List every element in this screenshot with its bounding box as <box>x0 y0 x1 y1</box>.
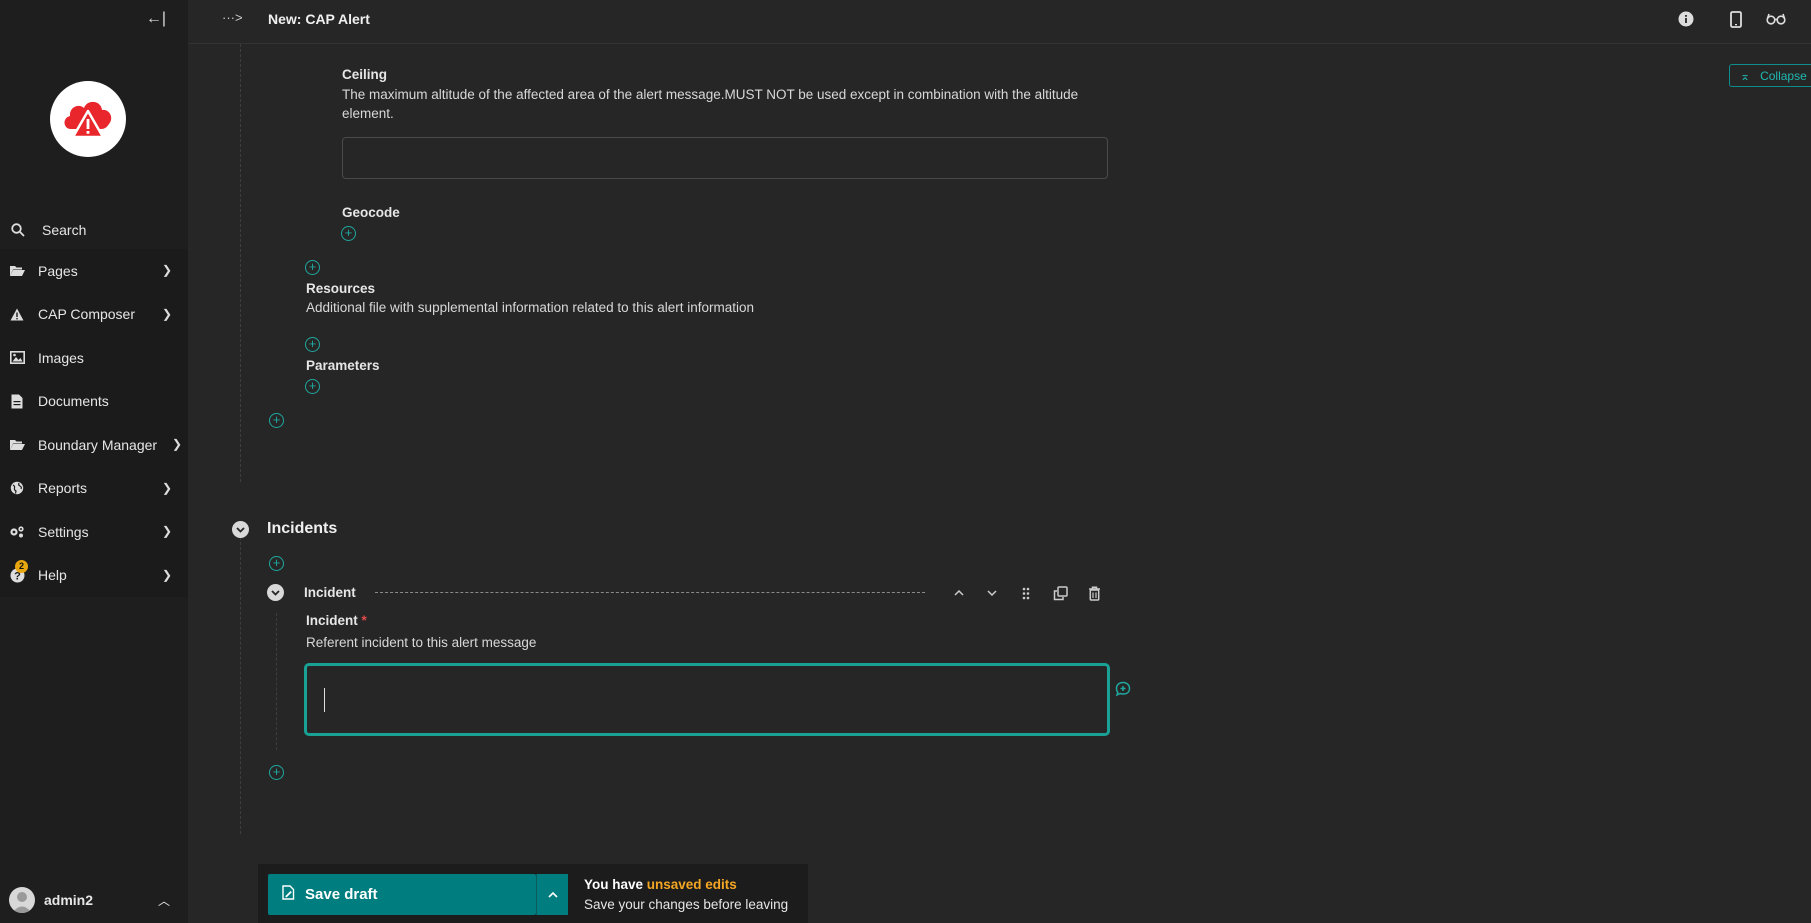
divider <box>375 592 925 593</box>
chevron-up-icon: ︿ <box>157 894 170 908</box>
sidebar-item-label: Help <box>38 567 67 584</box>
sidebar-item-label: Settings <box>38 523 89 540</box>
chevron-right-icon: ❯ <box>161 263 172 277</box>
search-label: Search <box>42 222 87 238</box>
sidebar-nav: Pages ❯ CAP Composer ❯ Images Documents <box>0 249 188 597</box>
search-icon <box>0 223 36 237</box>
chevron-down-icon <box>236 526 245 533</box>
sidebar-item-documents[interactable]: Documents <box>0 380 188 424</box>
parameters-label: Parameters <box>306 358 380 373</box>
preview-glasses-icon[interactable] <box>1766 9 1786 29</box>
unsaved-notice-highlight: unsaved edits <box>646 877 737 892</box>
sidebar-item-label: Documents <box>38 393 109 410</box>
sidebar-item-reports[interactable]: Reports ❯ <box>0 467 188 511</box>
geocode-label: Geocode <box>342 205 400 220</box>
page-title: New: CAP Alert <box>268 11 370 27</box>
ceiling-input[interactable] <box>342 137 1108 179</box>
sidebar-item-pages[interactable]: Pages ❯ <box>0 249 188 293</box>
add-geocode-button[interactable]: + <box>341 226 356 241</box>
app-logo[interactable] <box>50 81 126 157</box>
incident-input[interactable] <box>304 663 1110 736</box>
chevron-right-icon: ❯ <box>161 306 172 321</box>
required-mark: * <box>361 613 367 628</box>
ceiling-label: Ceiling <box>342 67 388 82</box>
sidebar-item-label: Images <box>38 349 84 366</box>
globe-icon <box>0 481 34 495</box>
mobile-preview-icon[interactable] <box>1726 9 1746 29</box>
collapse-up-icon: ⌅ <box>1740 68 1751 83</box>
help-icon: ? 2 <box>0 559 34 583</box>
add-resource-button[interactable]: + <box>305 260 320 275</box>
text-caret <box>324 688 325 712</box>
nest-guide-line <box>240 532 241 834</box>
unsaved-notice-prefix: You have <box>584 877 647 892</box>
incident-block-title: Incident <box>304 585 356 600</box>
save-footer: Save draft You have unsaved edits Save y… <box>258 864 808 923</box>
document-edit-icon <box>282 885 295 904</box>
delete-icon[interactable] <box>1085 584 1103 602</box>
collapse-sidebar-button[interactable]: ←| <box>145 8 167 30</box>
add-incident-bottom-button[interactable]: + <box>269 765 284 780</box>
chevron-right-icon: ❯ <box>171 437 182 451</box>
sidebar-item-label: Reports <box>38 480 88 497</box>
sidebar-search[interactable]: Search <box>0 215 188 245</box>
chevron-down-icon <box>271 589 280 596</box>
drag-handle-icon[interactable] <box>1017 584 1035 602</box>
warning-icon <box>0 308 34 321</box>
sidebar-item-cap-composer[interactable]: CAP Composer ❯ <box>0 293 188 337</box>
nest-guide-line <box>240 44 241 482</box>
chevron-up-icon <box>547 891 558 898</box>
add-info-block-button[interactable]: + <box>269 413 284 428</box>
save-draft-label: Save draft <box>305 886 378 903</box>
sidebar: ←| Search Pages ❯ CAP Composer ❯ Images … <box>0 0 188 923</box>
nest-guide-line <box>276 613 277 750</box>
incident-field-label-text: Incident <box>306 613 358 628</box>
notification-badge: 2 <box>15 559 28 573</box>
folder-open-icon <box>0 438 34 451</box>
cloud-alert-icon <box>64 101 112 139</box>
incident-block-toggle[interactable] <box>267 584 284 601</box>
info-icon[interactable] <box>1676 9 1696 29</box>
add-parameter-item-button[interactable]: + <box>305 379 320 394</box>
add-parameter-button[interactable]: + <box>305 337 320 352</box>
chevron-right-icon: ❯ <box>161 524 172 538</box>
collapse-all-button[interactable]: ⌅ Collapse <box>1729 64 1811 87</box>
folder-open-icon <box>0 264 34 277</box>
image-icon <box>0 351 34 365</box>
add-comment-icon[interactable] <box>1115 681 1131 702</box>
sidebar-item-settings[interactable]: Settings ❯ <box>0 510 188 554</box>
incident-help: Referent incident to this alert message <box>306 635 537 650</box>
move-up-icon[interactable] <box>950 584 968 602</box>
move-down-icon[interactable] <box>983 584 1001 602</box>
chevron-right-icon: ❯ <box>161 480 172 495</box>
duplicate-icon[interactable] <box>1051 584 1069 602</box>
more-actions-button[interactable] <box>536 874 568 915</box>
sidebar-item-boundary-manager[interactable]: Boundary Manager ❯ <box>0 423 188 467</box>
sidebar-item-label: Boundary Manager <box>38 436 158 453</box>
ceiling-help: The maximum altitude of the affected are… <box>342 87 1079 121</box>
unsaved-notice-sub: Save your changes before leaving <box>584 897 789 912</box>
username: admin2 <box>44 892 94 908</box>
chevron-right-icon: ❯ <box>161 567 172 582</box>
sidebar-item-images[interactable]: Images <box>0 336 188 380</box>
document-icon <box>0 394 34 409</box>
unsaved-notice: You have unsaved edits <box>584 877 737 892</box>
user-menu[interactable]: admin2 ︿ <box>0 880 188 920</box>
add-incident-top-button[interactable]: + <box>269 556 284 571</box>
sidebar-item-label: Pages <box>38 262 78 279</box>
incidents-section-title: Incidents <box>267 520 338 537</box>
resources-label: Resources <box>306 281 376 296</box>
sidebar-item-label: CAP Composer <box>38 306 136 323</box>
avatar <box>9 887 35 913</box>
cogs-icon <box>0 525 34 538</box>
incidents-toggle[interactable] <box>232 521 249 538</box>
breadcrumb-toggle[interactable]: ···> <box>222 10 243 25</box>
incident-field-label: Incident * <box>306 613 367 628</box>
collapse-all-label: Collapse <box>1760 68 1807 83</box>
resources-help: Additional file with supplemental inform… <box>306 300 754 315</box>
save-draft-button[interactable]: Save draft <box>268 874 536 915</box>
sidebar-item-help[interactable]: ? 2 Help ❯ <box>0 554 188 598</box>
top-header: ···> New: CAP Alert <box>188 0 1811 44</box>
